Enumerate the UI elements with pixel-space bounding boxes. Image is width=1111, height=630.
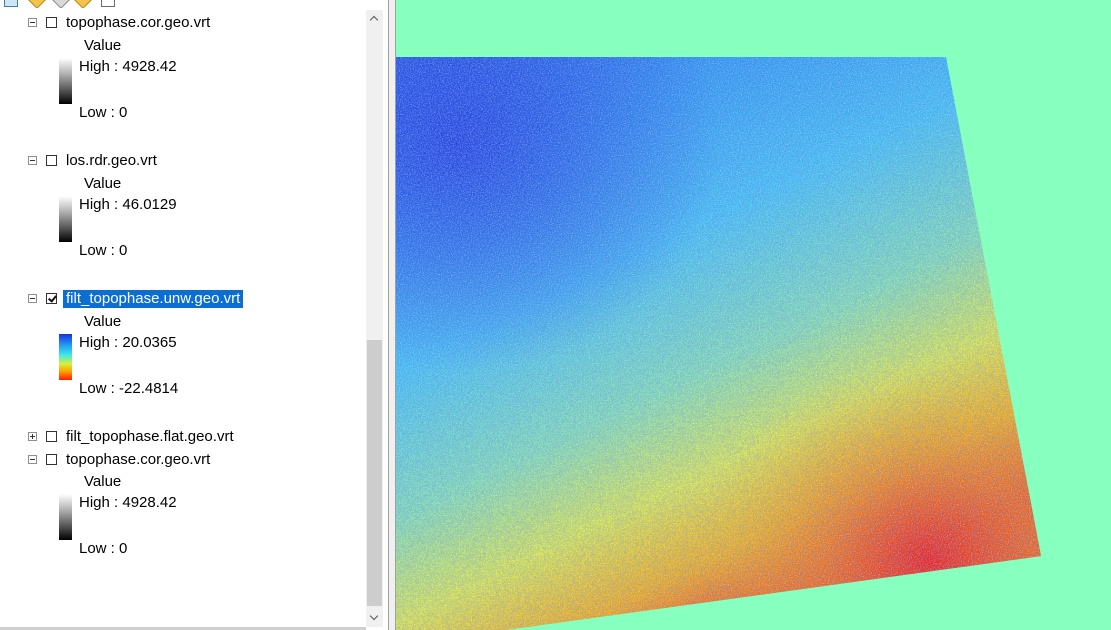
legend-low-label: Low : -22.4814 [79,380,179,397]
scroll-up-arrow-icon[interactable] [366,10,383,27]
legend-low-label: Low : 0 [79,104,128,121]
layer-row[interactable]: filt_topophase.unw.geo.vrt [0,289,366,309]
table-of-contents-panel: topophase.cor.geo.vrt Value High : 4928.… [0,0,388,630]
layer-row[interactable]: topophase.cor.geo.vrt [0,13,366,33]
layer-row[interactable]: topophase.cor.geo.vrt [0,450,366,470]
layer-row[interactable]: filt_topophase.flat.geo.vrt [0,427,366,447]
legend-title: Value [84,473,122,490]
legend-high-label: High : 4928.42 [79,58,177,75]
layer-list: topophase.cor.geo.vrt Value High : 4928.… [0,0,366,630]
unwrapped-phase-raster [396,57,1041,630]
grayscale-color-ramp[interactable] [59,58,72,104]
layer-visibility-checkbox[interactable] [46,431,57,442]
map-view[interactable] [396,0,1111,630]
legend-title: Value [84,175,122,192]
collapse-icon[interactable] [28,294,37,303]
layer-row[interactable]: los.rdr.geo.vrt [0,151,366,171]
scroll-down-arrow-icon[interactable] [366,610,383,627]
grayscale-color-ramp[interactable] [59,196,72,242]
legend-low-label: Low : 0 [79,242,128,259]
layer-name[interactable]: los.rdr.geo.vrt [65,152,158,170]
panel-splitter[interactable] [388,0,396,630]
legend-high-label: High : 46.0129 [79,196,177,213]
layer-name-selected[interactable]: filt_topophase.unw.geo.vrt [63,290,244,308]
expand-icon[interactable] [28,432,37,441]
scrollbar-thumb[interactable] [367,340,382,606]
grayscale-color-ramp[interactable] [59,494,72,540]
legend-title: Value [84,313,122,330]
legend-high-label: High : 20.0365 [79,334,177,351]
rainbow-color-ramp[interactable] [59,334,72,380]
legend-low-label: Low : 0 [79,540,128,557]
vertical-scrollbar[interactable] [366,10,383,627]
collapse-icon[interactable] [28,455,37,464]
layer-visibility-checkbox[interactable] [46,17,57,28]
legend-title: Value [84,37,122,54]
layer-name[interactable]: filt_topophase.flat.geo.vrt [65,428,235,446]
layer-visibility-checkbox[interactable] [46,155,57,166]
layer-visibility-checkbox[interactable] [46,454,57,465]
layer-name[interactable]: topophase.cor.geo.vrt [65,451,211,469]
layer-name[interactable]: topophase.cor.geo.vrt [65,14,211,32]
collapse-icon[interactable] [28,156,37,165]
layer-visibility-checkbox-checked[interactable] [46,293,57,304]
collapse-icon[interactable] [28,18,37,27]
legend-high-label: High : 4928.42 [79,494,177,511]
raster-footprint [396,57,1041,630]
